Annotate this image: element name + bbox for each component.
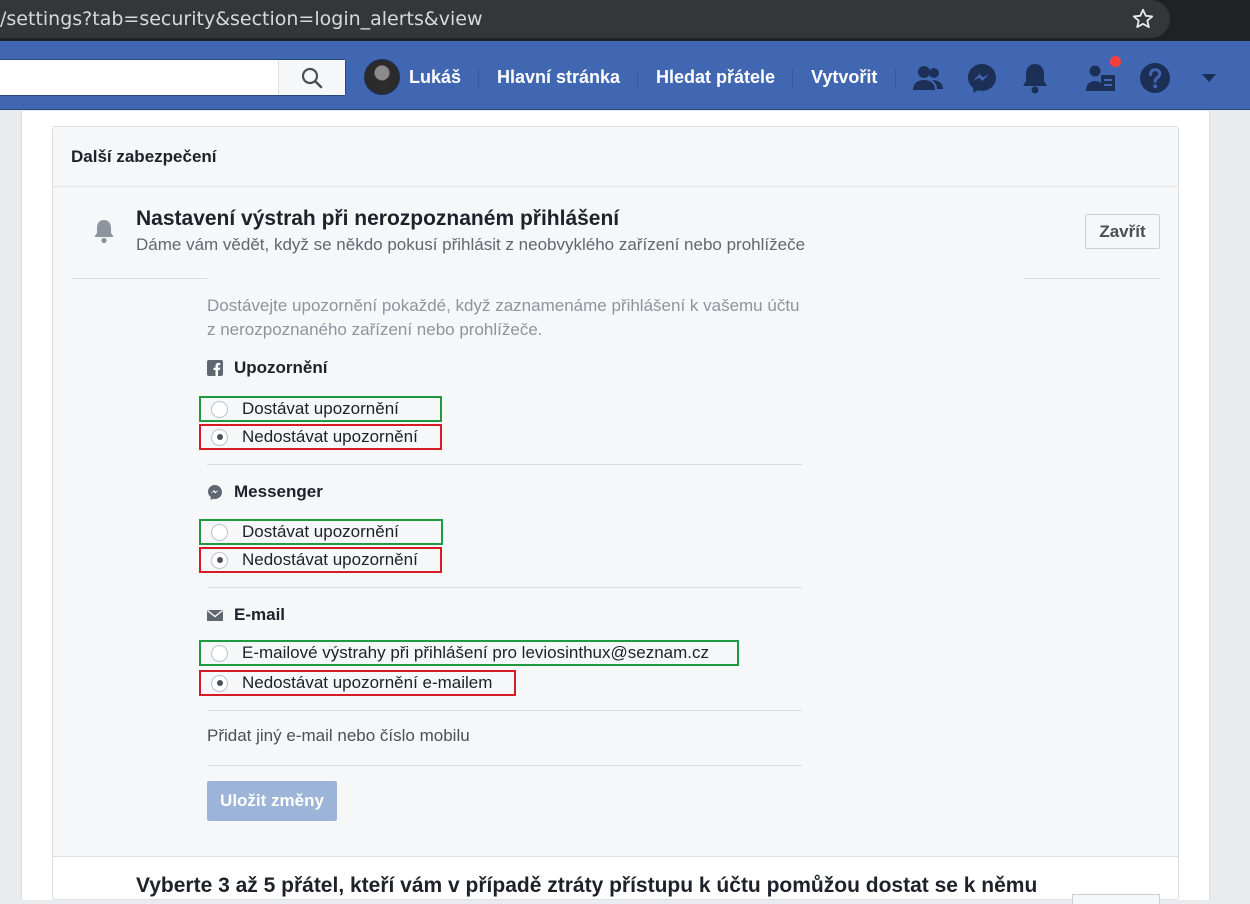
- nav-find-friends-label: Hledat přátele: [656, 66, 776, 87]
- fb-get-alerts-option[interactable]: Dostávat upozornění: [199, 396, 442, 422]
- friend-requests-icon: [913, 66, 943, 90]
- messenger-button[interactable]: [965, 61, 999, 95]
- section-title-label: E-mail: [234, 605, 286, 624]
- avatar: [364, 59, 400, 95]
- option-label: Nedostávat upozornění: [242, 427, 418, 446]
- option-label: Dostávat upozornění: [242, 522, 399, 541]
- notifications-section-title: Upozornění: [207, 358, 328, 378]
- dropdown-icon: [1202, 74, 1216, 82]
- messenger-icon: [207, 484, 223, 500]
- divider: [71, 278, 207, 279]
- nav-create-label: Vytvořit: [811, 66, 878, 87]
- search-input[interactable]: [0, 60, 278, 95]
- search-button[interactable]: [278, 60, 345, 95]
- radio-checked[interactable]: [211, 551, 228, 569]
- nav-divider: [792, 69, 793, 89]
- profile-link[interactable]: Lukáš: [364, 59, 461, 95]
- messenger-section-title: Messenger: [207, 482, 323, 502]
- facebook-icon: [207, 360, 223, 376]
- save-changes-button[interactable]: Uložit změny: [207, 781, 337, 821]
- option-label: Nedostávat upozornění e-mailem: [242, 673, 493, 692]
- bell-icon: [94, 220, 114, 244]
- help-icon: [1140, 63, 1170, 93]
- divider: [207, 464, 802, 465]
- facebook-topbar: Lukáš Hlavní stránka Hledat přátele Vytv…: [0, 41, 1250, 110]
- email-no-alerts-option[interactable]: Nedostávat upozornění e-mailem: [199, 670, 516, 696]
- search-icon: [301, 67, 323, 88]
- option-label: E-mailové výstrahy při přihlášení pro le…: [242, 643, 709, 662]
- url-field[interactable]: /settings?tab=security&section=login_ale…: [0, 0, 1170, 38]
- divider: [207, 587, 802, 588]
- nav-divider: [478, 69, 479, 89]
- add-email-or-phone-link[interactable]: Přidat jiný e-mail nebo číslo mobilu: [207, 726, 470, 746]
- radio-unchecked[interactable]: [211, 523, 228, 541]
- nav-divider: [895, 69, 896, 89]
- section-title-label: Messenger: [234, 482, 323, 501]
- account-menu-button[interactable]: [1192, 61, 1226, 95]
- user-name: Lukáš: [409, 66, 462, 87]
- help-button[interactable]: [1138, 61, 1172, 95]
- section-title-label: Upozornění: [234, 358, 328, 377]
- notification-badge: [1108, 54, 1123, 69]
- messenger-no-alerts-option[interactable]: Nedostávat upozornění: [199, 547, 442, 573]
- envelope-icon: [207, 607, 223, 623]
- close-button[interactable]: Zavřít: [1085, 214, 1160, 249]
- nav-home-label: Hlavní stránka: [497, 66, 621, 87]
- browser-address-bar: /settings?tab=security&section=login_ale…: [0, 0, 1250, 41]
- nav-home-link[interactable]: Hlavní stránka: [497, 59, 620, 95]
- email-section-title: E-mail: [207, 605, 285, 625]
- nav-divider: [637, 69, 638, 89]
- edit-button[interactable]: [1072, 894, 1160, 904]
- radio-unchecked[interactable]: [211, 400, 228, 418]
- divider: [207, 710, 802, 711]
- messenger-get-alerts-option[interactable]: Dostávat upozornění: [199, 519, 443, 545]
- search-box: [0, 59, 346, 96]
- radio-checked[interactable]: [211, 428, 228, 446]
- url-text[interactable]: /settings?tab=security&section=login_ale…: [0, 8, 482, 30]
- notifications-button[interactable]: [1018, 61, 1052, 95]
- radio-checked[interactable]: [211, 674, 228, 692]
- option-label: Nedostávat upozornění: [242, 550, 418, 569]
- option-label: Dostávat upozornění: [242, 399, 399, 418]
- trusted-contacts-title: Vyberte 3 až 5 přátel, kteří vám v přípa…: [136, 874, 1038, 897]
- divider: [1024, 278, 1160, 279]
- login-alerts-subtitle: Dáme vám vědět, když se někdo pokusí při…: [136, 235, 806, 254]
- notifications-icon: [1023, 64, 1047, 94]
- fb-no-alerts-option[interactable]: Nedostávat upozornění: [199, 424, 442, 450]
- login-alerts-description: Dostávejte upozornění pokaždé, když zazn…: [207, 296, 800, 339]
- login-alerts-title: Nastavení výstrah při nerozpoznaném přih…: [136, 207, 620, 230]
- nav-find-friends-link[interactable]: Hledat přátele: [656, 59, 775, 95]
- nav-create-link[interactable]: Vytvořit: [811, 59, 877, 95]
- email-get-alerts-option[interactable]: E-mailové výstrahy při přihlášení pro le…: [199, 640, 739, 666]
- friend-requests-button[interactable]: [911, 61, 945, 95]
- card-header: Další zabezpečení: [53, 127, 1178, 187]
- messenger-icon: [968, 64, 996, 93]
- bookmark-star-icon[interactable]: [1131, 7, 1155, 31]
- radio-unchecked[interactable]: [211, 644, 228, 662]
- card-header-title: Další zabezpečení: [71, 147, 217, 166]
- divider: [207, 765, 802, 766]
